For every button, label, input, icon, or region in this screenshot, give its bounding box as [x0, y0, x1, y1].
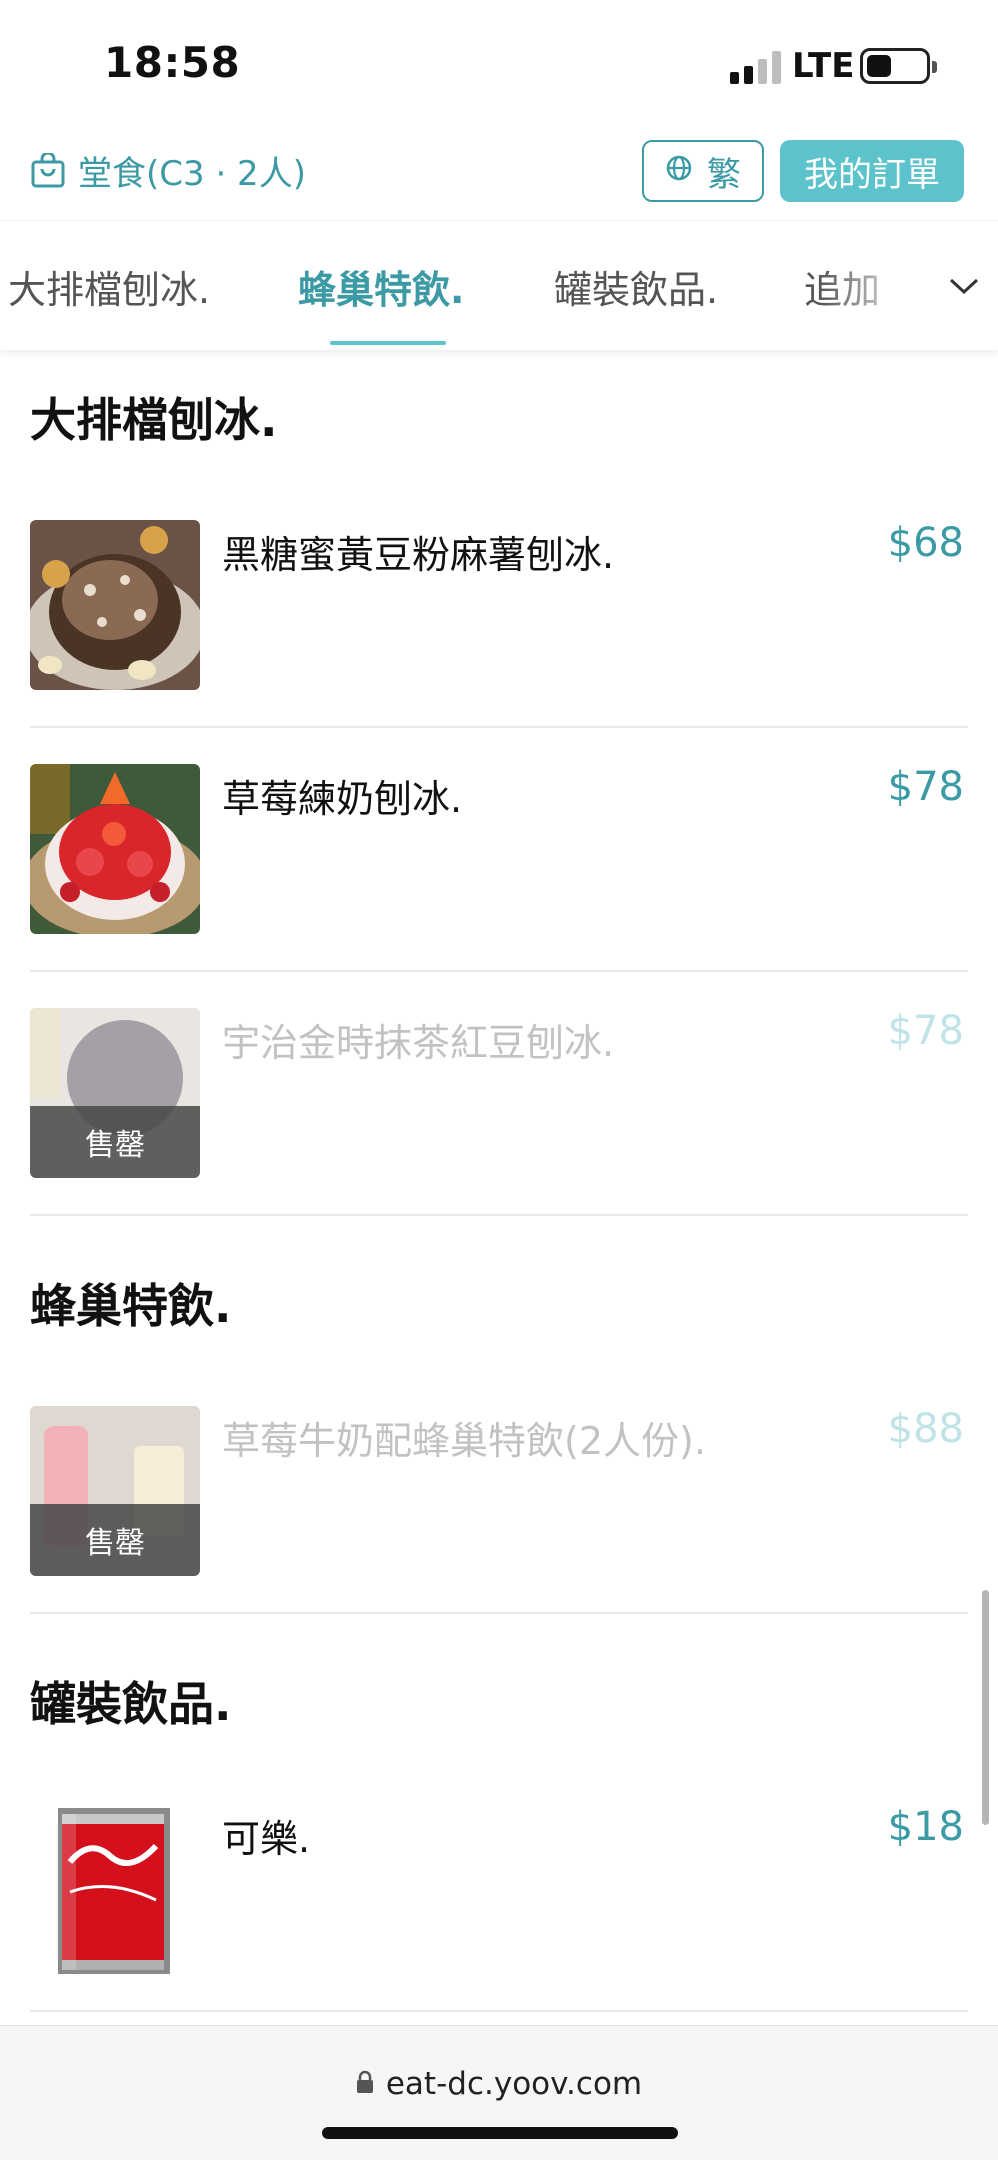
dine-in-label: 堂食(C3 · 2人) — [78, 154, 306, 194]
language-label: 繁 — [707, 154, 741, 195]
tab-honeycomb-drinks[interactable]: 蜂巢特飲. — [298, 259, 464, 314]
item-image-strawberry-ice — [30, 764, 200, 934]
dine-in-button[interactable]: 堂食(C3 · 2人) — [30, 146, 306, 195]
item-price: $68 — [887, 520, 964, 566]
tab-fade — [820, 221, 920, 350]
shopping-bag-icon — [30, 151, 66, 189]
item-name: 草莓牛奶配蜂巢特飲(2人份). — [222, 1419, 706, 1463]
url-text: eat-dc.yoov.com — [385, 2066, 643, 2102]
menu-item-sold-out[interactable]: 售罄 宇治金時抹茶紅豆刨冰. $78 — [30, 972, 968, 1216]
item-price: $78 — [887, 1008, 964, 1054]
status-time: 18:58 — [104, 38, 241, 87]
active-tab-indicator — [330, 341, 446, 345]
sold-out-badge: 售罄 — [30, 1106, 200, 1178]
tab-shaved-ice[interactable]: 大排檔刨冰. — [8, 259, 210, 314]
status-bar: 18:58 LTE — [0, 0, 998, 130]
section-title-canned-drinks: 罐裝飲品. — [30, 1677, 232, 1731]
item-image-brown-sugar-ice — [30, 520, 200, 690]
language-button[interactable]: 繁 — [642, 140, 764, 202]
section-title-shaved-ice: 大排檔刨冰. — [30, 393, 278, 447]
item-name: 可樂. — [222, 1817, 311, 1861]
menu-item[interactable]: 草莓練奶刨冰. $78 — [30, 728, 968, 972]
tab-canned-drinks[interactable]: 罐裝飲品. — [554, 259, 718, 314]
globe-icon — [665, 151, 693, 191]
item-name: 黑糖蜜黃豆粉麻薯刨冰. — [222, 533, 615, 577]
item-name: 草莓練奶刨冰. — [222, 777, 463, 821]
my-orders-button[interactable]: 我的訂單 — [780, 140, 964, 202]
category-tabs: 大排檔刨冰. 蜂巢特飲. 罐裝飲品. 追加 — [0, 220, 998, 350]
item-price: $78 — [887, 764, 964, 810]
menu-item[interactable]: 黑糖蜜黃豆粉麻薯刨冰. $68 — [30, 484, 968, 728]
item-image-strawberry-milk-drink: 售罄 — [30, 1406, 200, 1576]
sold-out-badge: 售罄 — [30, 1504, 200, 1576]
item-image-matcha-ice: 售罄 — [30, 1008, 200, 1178]
signal-icon — [730, 50, 782, 84]
home-indicator[interactable] — [322, 2127, 678, 2139]
battery-icon — [860, 48, 937, 84]
chevron-down-icon[interactable] — [930, 221, 998, 350]
item-name: 宇治金時抹茶紅豆刨冰. — [222, 1021, 615, 1065]
network-label: LTE — [792, 46, 855, 86]
scrollbar[interactable] — [982, 1590, 989, 1825]
header: 堂食(C3 · 2人) 繁 我的訂單 — [0, 130, 998, 220]
item-price: $18 — [887, 1804, 964, 1850]
browser-address-bar[interactable]: eat-dc.yoov.com — [0, 2025, 998, 2160]
menu-item-sold-out[interactable]: 售罄 草莓牛奶配蜂巢特飲(2人份). $88 — [30, 1370, 968, 1614]
item-price: $88 — [887, 1406, 964, 1452]
menu-item[interactable]: 可樂. $18 — [30, 1768, 968, 2012]
item-image-cola-can — [30, 1804, 200, 1974]
lock-icon — [356, 2066, 374, 2102]
section-title-honeycomb-drinks: 蜂巢特飲. — [30, 1279, 232, 1333]
url-display[interactable]: eat-dc.yoov.com — [0, 2066, 998, 2102]
